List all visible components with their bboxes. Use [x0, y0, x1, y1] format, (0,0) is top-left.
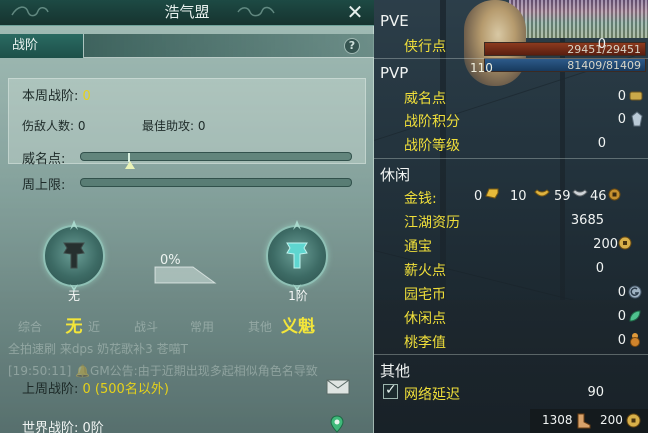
current-rank-badge[interactable] [43, 220, 105, 292]
close-button[interactable]: ✕ [344, 1, 366, 23]
leisure-item-value: 0 [595, 261, 604, 276]
prestige-pointer-icon [125, 161, 135, 169]
kills-value: 0 [77, 119, 86, 133]
leaf-icon [629, 310, 641, 322]
rank-banner-icon [63, 242, 85, 269]
bottom-value-a: 1308 [542, 413, 573, 427]
other-item-label: 网络延迟 [404, 387, 460, 403]
kills-label: 伤敌人数: 0 [22, 119, 86, 133]
gourd-icon [630, 333, 640, 347]
section-leisure: 休闲 [380, 166, 411, 184]
divider [374, 158, 648, 159]
check-icon: ✓ [385, 382, 397, 398]
money-silver: 59 [554, 189, 571, 204]
next-rank-badge[interactable] [266, 220, 328, 292]
section-pve: PVE [380, 12, 409, 30]
pvp-item-label: 威名点 [404, 91, 446, 107]
chat-line-ghost: [19:50:11] 🔔GM公告:由于近期出现多起相似角色名导致 [8, 364, 318, 378]
mp-text: 81409/81409 [567, 59, 641, 72]
location-pin-icon[interactable] [330, 415, 344, 433]
prestige-bar [80, 152, 352, 162]
leisure-item-value: 3685 [570, 213, 604, 228]
world-rank-value: 0阶 [82, 421, 104, 433]
pve-item-label: 侠行点 [404, 39, 446, 55]
panel-title: 浩气盟 [164, 3, 210, 21]
money-label: 金钱: [404, 191, 437, 207]
silver-ingot-icon [572, 189, 588, 197]
bottom-value-b: 200 [600, 413, 623, 427]
other-item-value: 90 [587, 385, 604, 400]
chat-tab-ghost: 近 [88, 320, 101, 334]
leisure-item-label: 薪火点 [404, 263, 446, 279]
cloud-swirl-icon [237, 6, 275, 17]
leisure-item-value: 0 [617, 309, 626, 324]
leisure-item-label: 江湖资历 [404, 215, 460, 231]
chat-line-ghost: 全拍速刷 来dps 奶花歌补3 苍喵T [8, 342, 188, 356]
week-rank-value: 0 [82, 89, 91, 104]
house-coin-icon [628, 285, 642, 299]
faction-panel: 浩气盟 ✕ 战阶 ? 本周战阶: 0 伤敌人数: 0 最佳助攻: 0 威名点: … [0, 0, 374, 433]
prestige-label: 威名点: [22, 152, 66, 167]
chat-tab-ghost: 常用 [190, 320, 215, 334]
gold-ingot-icon [534, 189, 550, 197]
gold-brick-icon [485, 188, 499, 199]
cloud-swirl-icon [11, 6, 49, 17]
money-zhuan: 0 [474, 189, 483, 204]
chat-tab-ghost: 其他 [248, 320, 273, 334]
divider [374, 58, 648, 59]
world-rank-label: 世界战阶: 0阶 [22, 417, 104, 433]
best-assist-label: 最佳助攻: 0 [142, 119, 206, 133]
bottom-currency-bar: 1308 200 [530, 409, 648, 433]
currency-panel: 29451/29451 81409/81409 110 PVE 侠行点 0 PV… [374, 0, 648, 433]
close-icon: ✕ [346, 0, 364, 24]
best-assist-value: 0 [197, 119, 206, 133]
leisure-item-value: 0 [617, 285, 626, 300]
section-pvp: PVP [380, 64, 409, 82]
buff-strip [509, 0, 648, 38]
next-rank-caption: 1阶 [288, 289, 308, 303]
rank-score-icon [631, 111, 643, 127]
weekly-cap-label: 周上限: [22, 178, 66, 193]
hp-bar: 29451/29451 [484, 42, 646, 56]
pvp-item-value: 0 [617, 112, 626, 127]
current-rank-caption: 无 [67, 289, 80, 303]
rank-banner-icon [286, 242, 308, 269]
tongbao-coin-icon [618, 236, 632, 250]
leisure-item-value: 200 [593, 237, 618, 252]
envelope-icon[interactable] [326, 379, 350, 395]
leisure-item-label: 园宅币 [404, 287, 446, 303]
mp-bar: 81409/81409 [484, 58, 646, 72]
section-other: 其他 [380, 362, 411, 380]
copper-coin-icon [608, 188, 621, 201]
money-copper: 46 [590, 189, 607, 204]
pvp-item-label: 战阶等级 [404, 138, 460, 154]
leisure-item-label: 桃李值 [404, 335, 446, 351]
tongbao-coin-icon [626, 413, 641, 428]
leisure-item-label: 通宝 [404, 239, 432, 255]
last-week-rank-value: 0 (500名以外) [82, 382, 169, 397]
tab-bar: 战阶 ? [0, 34, 374, 58]
leisure-item-value: 0 [617, 333, 626, 348]
money-gold: 10 [510, 189, 527, 204]
week-rank-label: 本周战阶: 0 [22, 89, 91, 104]
pvp-item-value: 0 [597, 136, 606, 151]
last-week-rank-label: 上周战阶: 0 (500名以外) [22, 382, 169, 397]
tab-rank[interactable]: 战阶 [0, 34, 84, 58]
leisure-item-label: 休闲点 [404, 311, 446, 327]
prestige-token-icon [629, 91, 643, 101]
divider [374, 354, 648, 355]
player-level: 110 [470, 61, 493, 75]
next-rank-name: 义魁 [281, 317, 315, 337]
pvp-item-label: 战阶积分 [404, 114, 460, 130]
weekly-cap-bar [80, 178, 352, 187]
panel-title-bar[interactable]: 浩气盟 ✕ [0, 0, 374, 26]
boot-icon [577, 413, 591, 429]
chat-tab-ghost: 综合 [18, 320, 43, 334]
pve-item-value: 0 [597, 37, 606, 52]
chat-tab-ghost: 战斗 [134, 320, 159, 334]
pvp-item-value: 0 [617, 89, 626, 104]
latency-checkbox[interactable]: ✓ [383, 382, 398, 399]
help-icon[interactable]: ? [344, 38, 360, 54]
progress-arrow-icon [154, 266, 217, 284]
